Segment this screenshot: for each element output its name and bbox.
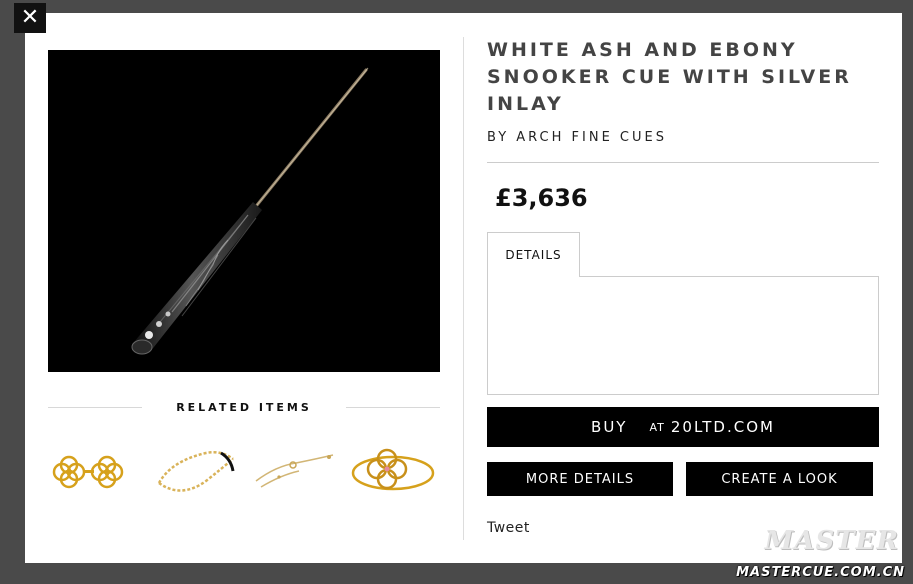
divider — [487, 162, 879, 163]
buy-store-label: 20LTD.COM — [670, 418, 775, 436]
vertical-divider — [463, 37, 464, 540]
watermark-logo: MASTER — [764, 526, 899, 556]
snooker-cue-image — [131, 67, 369, 355]
close-icon: ✕ — [20, 5, 40, 30]
product-modal: RELATED ITEMS WHITE ASH AND EBONY SNOOKE… — [25, 13, 902, 563]
watermark-url: MASTERCUE.COM.CN — [736, 565, 905, 580]
related-item-hand-chain[interactable] — [251, 441, 341, 501]
related-item-ring[interactable] — [349, 441, 439, 501]
watermark: MASTER MASTERCUE.COM.CN — [707, 524, 907, 580]
more-details-button[interactable]: MORE DETAILS — [487, 462, 673, 496]
create-a-look-button[interactable]: CREATE A LOOK — [686, 462, 873, 496]
details-panel — [487, 276, 879, 395]
product-image — [48, 50, 440, 372]
related-items-list — [51, 441, 441, 501]
divider — [48, 406, 143, 408]
divider — [345, 406, 440, 408]
buy-label: BUY — [591, 418, 628, 436]
related-items-heading: RELATED ITEMS — [48, 399, 440, 415]
product-title: WHITE ASH AND EBONY SNOOKER CUE WITH SIL… — [487, 39, 852, 115]
tweet-link[interactable]: Tweet — [487, 520, 530, 536]
tab-details[interactable]: DETAILS — [487, 232, 580, 277]
buy-at-label: AT — [649, 420, 665, 434]
related-item-earrings[interactable] — [51, 441, 141, 501]
product-price: £3,636 — [495, 184, 588, 212]
related-item-bracelet[interactable] — [151, 441, 241, 501]
buy-button[interactable]: BUY AT 20LTD.COM — [487, 407, 879, 447]
product-brand: BY ARCH FINE CUES — [487, 130, 667, 145]
close-button[interactable]: ✕ — [14, 3, 46, 33]
